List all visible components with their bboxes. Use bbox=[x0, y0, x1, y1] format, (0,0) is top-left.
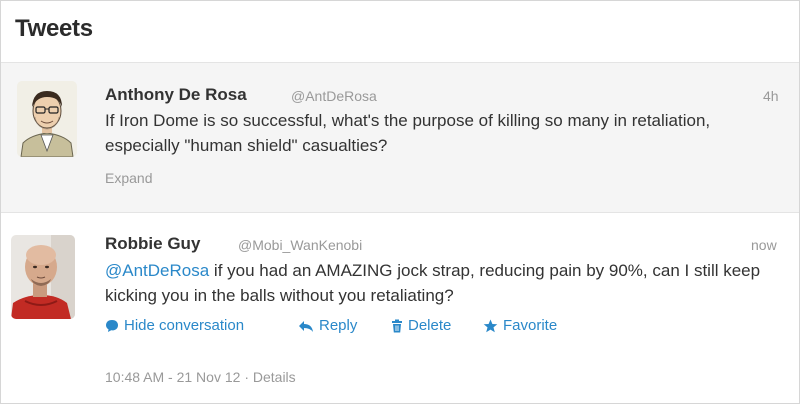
tweets-panel: Tweets Anthony De Rosa @AntDeRosa 4h If … bbox=[0, 0, 800, 404]
hide-conversation-label: Hide conversation bbox=[124, 317, 245, 334]
tweets-header: Tweets bbox=[1, 1, 799, 63]
speech-bubble-icon bbox=[106, 319, 118, 332]
tweet-time[interactable]: 4h bbox=[763, 88, 779, 104]
author-handle[interactable]: @Mobi_WanKenobi bbox=[238, 237, 362, 253]
reply-label: Reply bbox=[319, 317, 358, 334]
reply-button[interactable]: Reply bbox=[298, 317, 357, 334]
page-title: Tweets bbox=[15, 15, 93, 42]
footer-separator: · bbox=[244, 369, 249, 385]
author-handle[interactable]: @AntDeRosa bbox=[291, 88, 377, 104]
trash-icon bbox=[392, 319, 402, 332]
author-name[interactable]: Robbie Guy bbox=[105, 234, 200, 254]
expand-link[interactable]: Expand bbox=[105, 170, 152, 186]
mention-link[interactable]: @AntDeRosa bbox=[105, 261, 209, 280]
tweet-text: If Iron Dome is so successful, what's th… bbox=[105, 111, 711, 155]
details-link[interactable]: Details bbox=[253, 369, 296, 385]
favorite-label: Favorite bbox=[503, 317, 558, 334]
favorite-button[interactable]: Favorite bbox=[483, 317, 557, 334]
tweet-text: @AntDeRosa if you had an AMAZING jock st… bbox=[105, 258, 775, 308]
avatar[interactable] bbox=[11, 235, 75, 319]
tweet-time[interactable]: now bbox=[751, 237, 777, 253]
author-name[interactable]: Anthony De Rosa bbox=[105, 85, 247, 105]
tweet-item[interactable]: Anthony De Rosa @AntDeRosa 4h If Iron Do… bbox=[1, 63, 799, 213]
tweet-item[interactable]: Robbie Guy @Mobi_WanKenobi now @AntDeRos… bbox=[1, 213, 799, 403]
hide-conversation-button[interactable]: Hide conversation bbox=[105, 317, 244, 334]
tweet-footer: 10:48 AM - 21 Nov 12 · Details bbox=[105, 369, 296, 385]
tweet-timestamp[interactable]: 10:48 AM - 21 Nov 12 bbox=[105, 369, 240, 385]
delete-label: Delete bbox=[408, 317, 452, 334]
delete-button[interactable]: Delete bbox=[391, 317, 451, 334]
reply-arrow-icon bbox=[299, 320, 313, 332]
star-icon bbox=[483, 319, 498, 332]
avatar[interactable] bbox=[17, 81, 77, 157]
